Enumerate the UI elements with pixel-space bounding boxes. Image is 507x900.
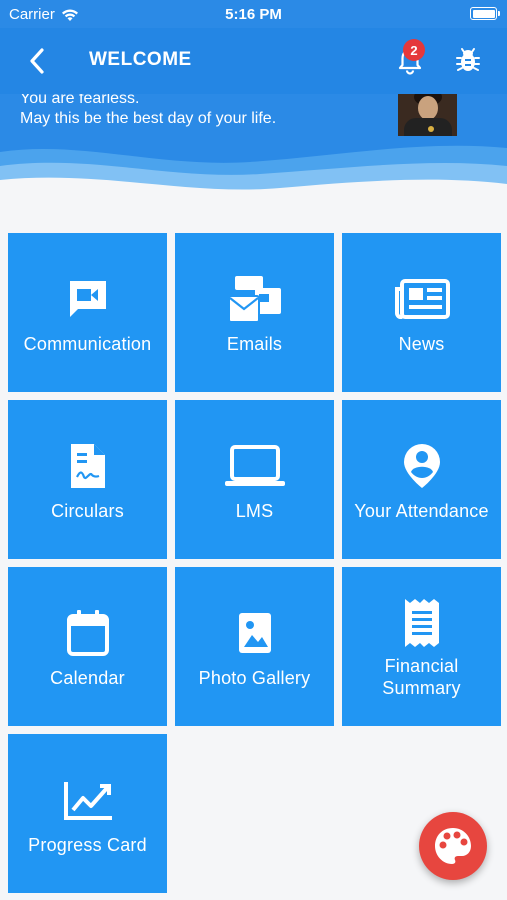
document-icon xyxy=(70,444,105,488)
tile-news[interactable]: News xyxy=(342,233,501,392)
bug-icon[interactable] xyxy=(455,46,481,74)
tile-label: Your Attendance xyxy=(354,501,489,521)
page-title: WELCOME xyxy=(89,49,192,70)
tile-label: Emails xyxy=(226,334,283,354)
video-chat-icon xyxy=(69,281,106,317)
receipt-icon xyxy=(404,599,439,647)
laptop-icon xyxy=(224,445,285,486)
back-button[interactable] xyxy=(24,46,50,76)
avatar[interactable] xyxy=(398,94,457,136)
tile-label: Circulars xyxy=(51,501,124,521)
tile-communication[interactable]: Communication xyxy=(8,233,167,392)
chart-line-icon xyxy=(63,782,112,820)
palette-icon xyxy=(435,828,471,864)
chevron-left-icon xyxy=(30,48,44,74)
newspaper-icon xyxy=(394,279,450,319)
tile-photo-gallery[interactable]: Photo Gallery xyxy=(175,567,334,726)
greeting-text: You are fearless. May this be the best d… xyxy=(20,89,276,129)
photo-icon xyxy=(238,613,271,653)
clock: 5:16 PM xyxy=(225,6,282,23)
email-icon xyxy=(227,276,281,323)
notification-badge: 2 xyxy=(403,39,425,61)
person-pin-icon xyxy=(403,444,440,488)
theme-palette-button[interactable] xyxy=(419,812,487,880)
tile-label: News xyxy=(398,334,445,354)
battery-icon xyxy=(470,7,500,20)
app-bar: WELCOME 2 xyxy=(0,28,507,94)
greeting-line-2: May this be the best day of your life. xyxy=(20,110,277,127)
tile-label: Progress Card xyxy=(28,835,147,855)
tile-label: Communication xyxy=(23,334,152,354)
tile-circulars[interactable]: Circulars xyxy=(8,400,167,559)
tile-label: LMS xyxy=(235,501,274,521)
tile-label: Photo Gallery xyxy=(198,668,311,688)
tile-lms[interactable]: LMS xyxy=(175,400,334,559)
tile-financial-summary[interactable]: Financial Summary xyxy=(342,567,501,726)
tile-label: Financial Summary xyxy=(382,656,461,698)
tile-label: Calendar xyxy=(50,668,125,688)
tile-emails[interactable]: Emails xyxy=(175,233,334,392)
wave-decoration xyxy=(0,145,507,220)
tile-calendar[interactable]: Calendar xyxy=(8,567,167,726)
status-bar: Carrier 5:16 PM xyxy=(0,0,507,28)
calendar-icon xyxy=(66,610,109,656)
tile-your-attendance[interactable]: Your Attendance xyxy=(342,400,501,559)
tile-progress-card[interactable]: Progress Card xyxy=(8,734,167,893)
